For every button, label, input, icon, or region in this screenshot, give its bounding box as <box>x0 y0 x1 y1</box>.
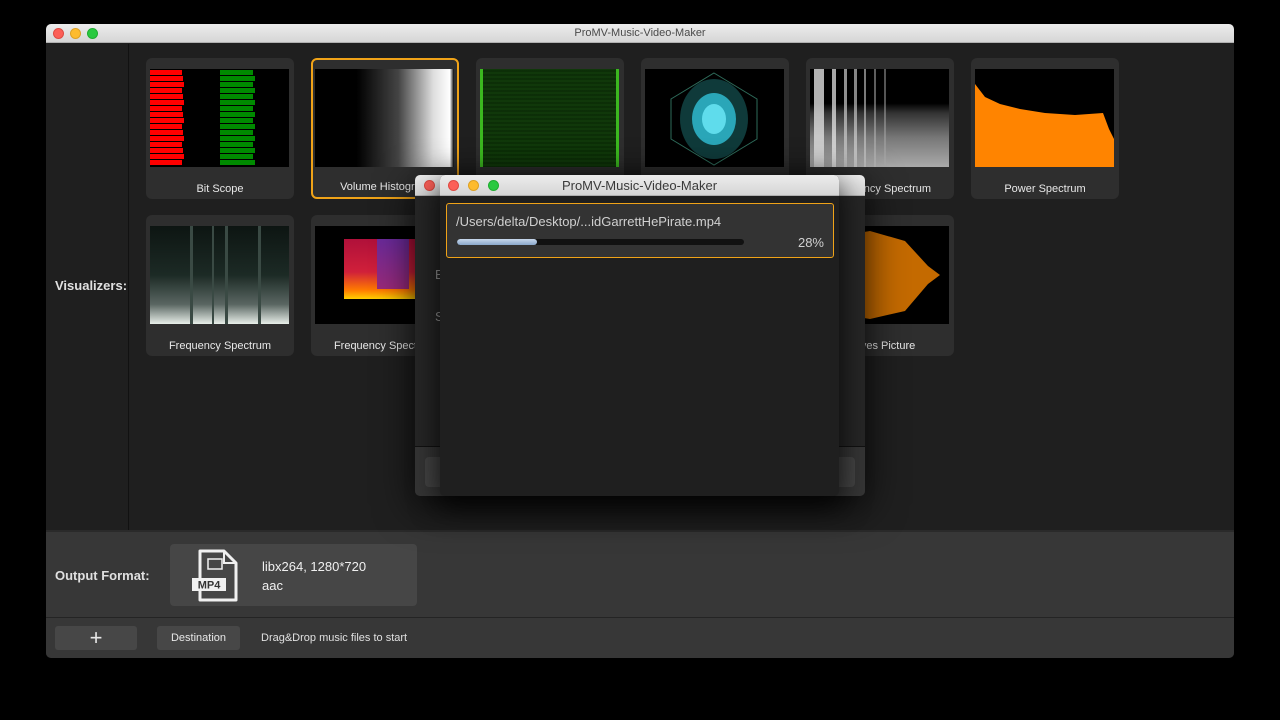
bit-bar-left <box>150 106 182 111</box>
bit-bar-left <box>150 154 184 159</box>
visualizer-tile-bit-scope[interactable]: Bit Scope <box>146 58 294 199</box>
bit-bar-right <box>220 100 255 105</box>
output-format-card[interactable]: MP4 libx264, 1280*720 aac <box>170 544 417 606</box>
divider <box>128 44 129 530</box>
bit-bar-left <box>150 100 184 105</box>
bit-bar-left <box>150 112 183 117</box>
bit-bar-right <box>220 154 253 159</box>
job-progress-percent: 28% <box>797 235 824 250</box>
add-files-button[interactable]: + <box>55 626 137 650</box>
video-codec: libx264, 1280*720 <box>262 559 367 574</box>
mp4-file-icon: MP4 <box>192 549 238 602</box>
close-button[interactable] <box>53 28 64 39</box>
bit-bar-right <box>220 88 255 93</box>
progress-dialog: ProMV-Music-Video-Maker /Users/delta/Des… <box>440 175 839 496</box>
progress-dialog-titlebar: ProMV-Music-Video-Maker <box>440 175 839 196</box>
bit-scope-preview <box>150 69 289 167</box>
bit-bar-right <box>220 94 253 99</box>
bit-bar-left <box>150 70 182 75</box>
power-spectrum-preview <box>975 69 1114 167</box>
bit-bar-right <box>220 136 255 141</box>
bit-bar-left <box>150 88 182 93</box>
close-button[interactable] <box>448 180 459 191</box>
bit-bar-right <box>220 70 253 75</box>
maximize-button[interactable] <box>87 28 98 39</box>
title-bar: ProMV-Music-Video-Maker <box>46 24 1234 43</box>
output-format-label: Output Format: <box>55 568 150 583</box>
visualizers-label: Visualizers: <box>55 278 128 293</box>
bit-bar-right <box>220 148 255 153</box>
tile-label: Frequency Spectrum <box>168 340 272 352</box>
render-job-item[interactable]: /Users/delta/Desktop/...idGarrettHePirat… <box>446 203 834 258</box>
spectrogram-preview <box>150 226 289 324</box>
bit-bar-left <box>150 142 182 147</box>
bit-bar-right <box>220 160 255 165</box>
job-file-path: /Users/delta/Desktop/...idGarrettHePirat… <box>456 214 722 229</box>
svg-text:MP4: MP4 <box>198 580 222 592</box>
bit-bar-right <box>220 112 255 117</box>
bit-bar-right <box>220 118 253 123</box>
window-title: ProMV-Music-Video-Maker <box>574 27 706 39</box>
bit-bar-left <box>150 160 182 165</box>
drag-drop-hint: Drag&Drop music files to start <box>261 632 408 644</box>
close-button[interactable] <box>424 180 435 191</box>
vectorscope-preview <box>645 69 784 167</box>
bit-bar-right <box>220 124 255 129</box>
bottom-toolbar: + Destination Drag&Drop music files to s… <box>46 617 1234 658</box>
job-progress-bar <box>457 239 744 245</box>
volume-histogram-preview <box>315 69 454 167</box>
audio-codec: aac <box>262 578 283 593</box>
destination-button[interactable]: Destination <box>157 626 240 650</box>
minimize-button[interactable] <box>70 28 81 39</box>
green-scope-preview <box>480 69 619 167</box>
bit-bar-left <box>150 118 184 123</box>
bit-bar-right <box>220 82 253 87</box>
bit-bar-right <box>220 130 253 135</box>
minimize-button[interactable] <box>468 180 479 191</box>
bit-bar-left <box>150 124 182 129</box>
job-progress-fill <box>457 239 538 245</box>
tile-label: Bit Scope <box>196 183 244 195</box>
bit-bar-left <box>150 76 183 81</box>
dialog-title: ProMV-Music-Video-Maker <box>561 178 718 193</box>
bit-bar-right <box>220 106 253 111</box>
bit-bar-left <box>150 136 184 141</box>
visualizer-tile-power-spectrum[interactable]: Power Spectrum <box>971 58 1119 199</box>
bit-bar-right <box>220 76 255 81</box>
bit-bar-left <box>150 82 184 87</box>
bit-bar-right <box>220 142 253 147</box>
frequency-spectrum-preview <box>810 69 949 167</box>
bit-bar-left <box>150 130 183 135</box>
bit-bar-left <box>150 148 183 153</box>
output-format-panel: Output Format: MP4 libx264, 1280*720 aac <box>46 530 1234 617</box>
tile-label: Power Spectrum <box>1004 183 1086 195</box>
maximize-button[interactable] <box>488 180 499 191</box>
visualizer-tile-frequency-spectrum-2[interactable]: Frequency Spectrum <box>146 215 294 356</box>
bit-bar-left <box>150 94 183 99</box>
